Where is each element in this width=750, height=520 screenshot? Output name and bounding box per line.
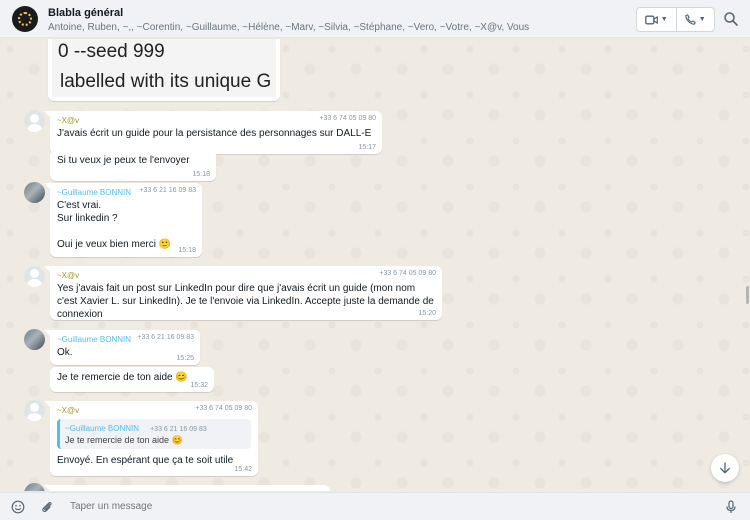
emoji-icon[interactable] bbox=[11, 500, 25, 514]
avatar[interactable] bbox=[24, 329, 45, 350]
microphone-icon[interactable] bbox=[724, 500, 738, 514]
message-time: 15:32 bbox=[190, 382, 208, 389]
video-call-icon bbox=[644, 15, 658, 24]
scroll-to-bottom-button[interactable] bbox=[711, 454, 739, 482]
message-list[interactable]: 0 --seed 999 labelled with its unique G … bbox=[0, 39, 750, 491]
message-text: Yes j'avais fait un post sur LinkedIn po… bbox=[57, 283, 434, 320]
scroll-down-icon bbox=[720, 462, 730, 474]
image-text-line: 0 --seed 999 bbox=[58, 41, 165, 62]
chevron-down-icon: ▼ bbox=[660, 16, 668, 23]
avatar[interactable] bbox=[24, 400, 45, 421]
message-bubble[interactable]: ~Guillaume BONNIN +33 6 21 16 09 83 C'es… bbox=[44, 183, 202, 257]
call-controls: ▼ ▼ bbox=[636, 7, 715, 32]
author-phone: +33 6 21 16 09 83 bbox=[139, 187, 196, 194]
voice-call-icon bbox=[685, 14, 696, 25]
quoted-phone: +33 6 21 16 09 83 bbox=[150, 426, 207, 433]
image-message[interactable]: 0 --seed 999 labelled with its unique G bbox=[48, 39, 280, 101]
avatar[interactable] bbox=[24, 182, 45, 203]
video-call-button[interactable]: ▼ bbox=[637, 8, 676, 31]
message-bubble[interactable] bbox=[44, 485, 330, 491]
message-input[interactable] bbox=[70, 497, 710, 517]
message-bubble[interactable]: Je te remercie de ton aide 😊 15:32 bbox=[50, 367, 214, 392]
chat-header: Blabla général Antoine, Ruben, ~,, ~Core… bbox=[0, 0, 750, 38]
message-text: C'est vrai. Sur linkedin ? Oui je veux b… bbox=[57, 200, 172, 250]
message-time: 15:25 bbox=[176, 355, 194, 362]
author-phone: +33 6 74 05 09 80 bbox=[195, 405, 252, 412]
quoted-text: Je te remercie de ton aide 😊 bbox=[65, 435, 183, 445]
message-text: Si tu veux je peux te l'envoyer bbox=[57, 155, 190, 166]
message-text: Envoyé. En espérant que ça te soit utile bbox=[57, 455, 234, 466]
author-phone: +33 6 74 05 09 80 bbox=[319, 115, 376, 122]
author-phone: +33 6 21 16 09 83 bbox=[137, 334, 194, 341]
attach-icon[interactable] bbox=[40, 500, 54, 514]
group-members[interactable]: Antoine, Ruben, ~,, ~Corentin, ~Guillaum… bbox=[48, 22, 529, 33]
group-title[interactable]: Blabla général bbox=[48, 7, 123, 19]
message-time: 15:42 bbox=[234, 466, 252, 473]
avatar[interactable] bbox=[24, 266, 45, 287]
avatar[interactable] bbox=[24, 111, 45, 132]
message-text: J'avais écrit un guide pour la persistan… bbox=[57, 128, 372, 139]
image-text-line: labelled with its unique G bbox=[60, 71, 270, 92]
search-icon[interactable] bbox=[723, 11, 739, 27]
quoted-author: ~Guillaume BONNIN bbox=[65, 424, 140, 433]
avatar[interactable] bbox=[24, 483, 45, 491]
chevron-down-icon: ▼ bbox=[698, 16, 706, 23]
author-phone: +33 6 74 05 09 80 bbox=[379, 270, 436, 277]
message-text: Ok. bbox=[57, 347, 73, 358]
quoted-message[interactable]: ~Guillaume BONNIN +33 6 21 16 09 83 Je t… bbox=[57, 419, 251, 449]
message-text: Je te remercie de ton aide 😊 bbox=[57, 372, 188, 383]
voice-call-button[interactable]: ▼ bbox=[675, 8, 715, 31]
message-bubble[interactable]: ~X@v +33 6 74 05 09 80 ~Guillaume BONNIN… bbox=[44, 401, 258, 476]
message-time: 15:20 bbox=[418, 310, 436, 317]
scrollbar-thumb[interactable] bbox=[746, 286, 749, 304]
message-author[interactable]: ~X@v bbox=[57, 270, 435, 282]
message-bubble[interactable]: ~X@v +33 6 74 05 09 80 Yes j'avais fait … bbox=[44, 266, 442, 320]
message-composer bbox=[0, 492, 750, 520]
message-bubble[interactable]: ~X@v +33 6 74 05 09 80 J'avais écrit un … bbox=[44, 111, 382, 154]
message-bubble[interactable]: Si tu veux je peux te l'envoyer 15:18 bbox=[50, 150, 216, 181]
message-bubble[interactable]: ~Guillaume BONNIN +33 6 21 16 09 83 Ok. … bbox=[44, 330, 200, 365]
message-time: 15:17 bbox=[358, 144, 376, 151]
image-preview[interactable]: 0 --seed 999 labelled with its unique G bbox=[52, 39, 276, 97]
message-time: 15:18 bbox=[178, 247, 196, 254]
group-avatar[interactable] bbox=[12, 6, 38, 32]
message-time: 15:18 bbox=[192, 171, 210, 178]
